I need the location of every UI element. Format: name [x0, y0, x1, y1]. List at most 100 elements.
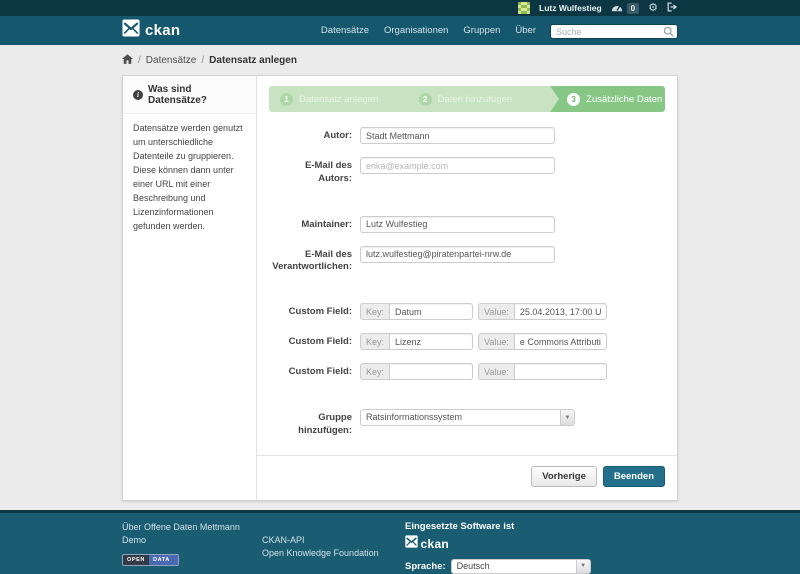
key-group: Key:: [360, 333, 473, 350]
value-addon-label: Value:: [478, 333, 514, 350]
nav-item-about[interactable]: Über: [515, 25, 536, 36]
sidebar-help-text: Datensätze werden genutzt um unterschied…: [133, 122, 246, 234]
stage-number: 1: [280, 93, 293, 106]
author-row: Autor:: [269, 127, 665, 144]
avatar: [518, 2, 530, 14]
value-group: Value:: [478, 333, 607, 350]
open-data-badge-right: DATA: [149, 555, 178, 565]
footer-links-column: CKAN-API Open Knowledge Foundation: [262, 521, 405, 561]
footer-api-link[interactable]: CKAN-API: [262, 534, 405, 548]
footer-about-column: Über Offene Daten Mettmann Demo OPEN DAT…: [122, 521, 262, 566]
custom-field-row: Custom Field: Key: Value:: [269, 363, 665, 380]
nav-item-groups[interactable]: Gruppen: [463, 25, 500, 36]
custom-value-input-3[interactable]: [514, 363, 607, 380]
finish-button[interactable]: Beenden: [603, 466, 665, 487]
stage-label: Zusätzliche Daten: [586, 94, 662, 105]
dashboard-gauge-icon: [611, 0, 623, 17]
breadcrumb: / Datensätze / Datensatz anlegen: [122, 54, 678, 67]
author-label: Autor:: [269, 127, 352, 143]
key-addon-label: Key:: [360, 303, 389, 320]
language-label: Sprache:: [405, 561, 446, 572]
stage-number: 3: [567, 93, 580, 106]
group-label: Gruppe hinzufügen:: [269, 409, 352, 438]
user-profile-link[interactable]: Lutz Wulfestieg: [539, 3, 602, 13]
group-select[interactable]: Ratsinformationssystem ▼: [360, 409, 575, 426]
key-group: Key:: [360, 303, 473, 320]
custom-field-row: Custom Field: Key: Value:: [269, 333, 665, 350]
custom-value-input-2[interactable]: [514, 333, 607, 350]
dashboard-link[interactable]: 0: [611, 0, 639, 17]
nav-item-datasets[interactable]: Datensätze: [321, 25, 369, 36]
stage-2-add-data[interactable]: 2 Daten hinzufügen: [408, 86, 551, 112]
user-name: Lutz Wulfestieg: [539, 3, 602, 13]
form-main: 1 Datensatz anlegen 2 Daten hinzufügen 3…: [257, 76, 677, 500]
author-email-label: E-Mail des Autors:: [269, 157, 352, 186]
logout-icon: [667, 0, 678, 17]
open-data-badge-left: OPEN: [123, 555, 149, 565]
author-input[interactable]: [360, 127, 555, 144]
footer-logo-text: ckan: [421, 537, 450, 551]
breadcrumb-separator: /: [201, 55, 204, 66]
custom-key-input-3[interactable]: [389, 363, 473, 380]
home-link[interactable]: [122, 54, 133, 67]
ckan-envelope-icon: [122, 19, 140, 42]
form-actions: Vorherige Beenden: [257, 455, 677, 500]
custom-field-label: Custom Field:: [269, 363, 352, 379]
logo-text: ckan: [145, 22, 180, 39]
main-nav: Datensätze Organisationen Gruppen Über: [321, 25, 536, 36]
group-select-value: Ratsinformationssystem: [361, 410, 467, 425]
stage-3-additional-data[interactable]: 3 Zusätzliche Daten: [550, 86, 665, 112]
language-select-value: Deutsch: [452, 560, 495, 573]
previous-button[interactable]: Vorherige: [531, 466, 597, 487]
value-group: Value:: [478, 303, 607, 320]
language-select[interactable]: Deutsch ▼: [451, 559, 591, 574]
footer-powered-column: Eingesetzte Software ist ckan Sprache: D…: [405, 521, 678, 574]
breadcrumb-current: Datensatz anlegen: [209, 55, 297, 66]
custom-field-label: Custom Field:: [269, 303, 352, 319]
footer-about-link[interactable]: Über Offene Daten Mettmann Demo: [122, 521, 247, 548]
ckan-logo[interactable]: ckan: [122, 19, 180, 42]
search-icon[interactable]: [663, 24, 674, 42]
breadcrumb-separator: /: [138, 55, 141, 66]
custom-value-input-1[interactable]: [514, 303, 607, 320]
value-addon-label: Value:: [478, 363, 514, 380]
breadcrumb-link-datasets[interactable]: Datensätze: [146, 55, 197, 66]
custom-field-row: Custom Field: Key: Value:: [269, 303, 665, 320]
nav-item-organizations[interactable]: Organisationen: [384, 25, 448, 36]
open-data-badge[interactable]: OPEN DATA: [122, 554, 179, 566]
logout-link[interactable]: [667, 0, 678, 17]
settings-link[interactable]: ⚙: [648, 3, 658, 14]
maintainer-input[interactable]: [360, 216, 555, 233]
stage-number: 2: [419, 93, 432, 106]
search-input[interactable]: [550, 24, 678, 39]
group-row: Gruppe hinzufügen: Ratsinformationssyste…: [269, 409, 665, 438]
account-bar: Lutz Wulfestieg 0 ⚙: [0, 0, 800, 16]
content-card: i Was sind Datensätze? Datensätze werden…: [122, 75, 678, 501]
stage-label: Daten hinzufügen: [438, 94, 512, 105]
custom-field-label: Custom Field:: [269, 333, 352, 349]
masthead: ckan Datensätze Organisationen Gruppen Ü…: [0, 16, 800, 45]
content-area: i Was sind Datensätze? Datensätze werden…: [122, 75, 678, 510]
key-addon-label: Key:: [360, 363, 389, 380]
stage-label: Datensatz anlegen: [299, 94, 378, 105]
footer: Über Offene Daten Mettmann Demo OPEN DAT…: [0, 510, 800, 574]
maintainer-email-label: E-Mail des Verantwortlichen:: [269, 246, 352, 275]
chevron-down-icon: ▼: [576, 560, 590, 573]
sidebar-heading-text: Was sind Datensätze?: [148, 84, 246, 106]
value-addon-label: Value:: [478, 303, 514, 320]
stage-1-create-dataset[interactable]: 1 Datensatz anlegen: [269, 86, 408, 112]
ckan-envelope-icon: [405, 540, 421, 550]
custom-key-input-1[interactable]: [389, 303, 473, 320]
footer-ckan-logo[interactable]: ckan: [405, 535, 678, 553]
gear-icon: ⚙: [648, 3, 658, 14]
maintainer-label: Maintainer:: [269, 216, 352, 232]
footer-okf-link[interactable]: Open Knowledge Foundation: [262, 547, 405, 561]
author-email-input[interactable]: [360, 157, 555, 174]
key-group: Key:: [360, 363, 473, 380]
help-sidebar: i Was sind Datensätze? Datensätze werden…: [123, 76, 257, 500]
maintainer-email-input[interactable]: [360, 246, 555, 263]
maintainer-row: Maintainer:: [269, 216, 665, 233]
home-icon: [122, 54, 133, 67]
sidebar-heading: i Was sind Datensätze?: [123, 76, 256, 114]
custom-key-input-2[interactable]: [389, 333, 473, 350]
